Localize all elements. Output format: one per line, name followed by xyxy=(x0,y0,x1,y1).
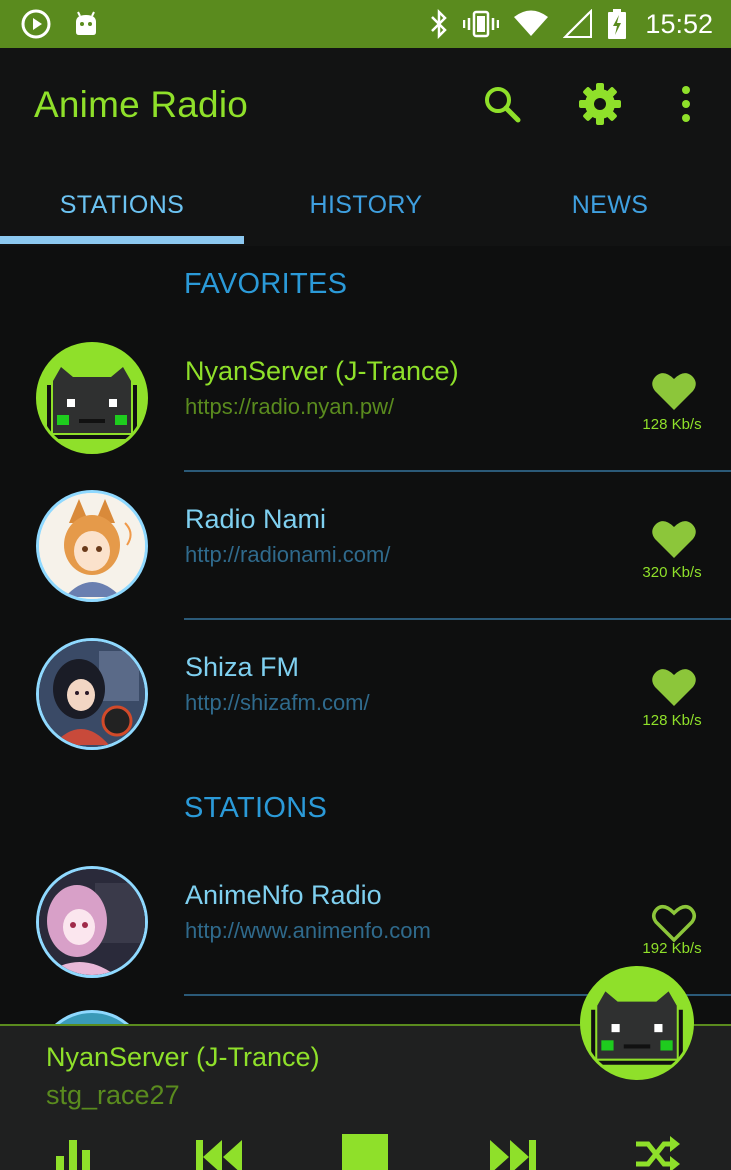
tab-stations[interactable]: STATIONS xyxy=(0,166,244,244)
battery-charging-icon xyxy=(608,9,627,39)
station-url: https://radio.nyan.pw/ xyxy=(185,394,395,419)
more-vert-icon xyxy=(682,86,690,122)
player-subtitle: stg_race27 xyxy=(46,1080,180,1110)
heart-filled-icon[interactable] xyxy=(651,666,697,708)
station-name: NyanServer (J-Trance) xyxy=(185,356,459,386)
skip-next-icon[interactable] xyxy=(488,1134,536,1170)
station-avatar xyxy=(36,866,148,978)
station-name: Shiza FM xyxy=(185,652,300,682)
bluetooth-icon xyxy=(431,9,448,39)
search-button[interactable] xyxy=(480,82,524,126)
app-title: Anime Radio xyxy=(34,84,249,125)
station-name: Radio Nami xyxy=(185,504,327,534)
nyan-cat-icon xyxy=(583,969,691,1077)
section-header-stations: STATIONS xyxy=(184,792,328,824)
anime-dj-image xyxy=(39,641,145,747)
section-header-favorites: FAVORITES xyxy=(184,268,348,300)
divider xyxy=(184,470,731,472)
heart-filled-icon[interactable] xyxy=(651,518,697,560)
tab-indicator xyxy=(0,236,244,244)
shuffle-icon[interactable] xyxy=(634,1130,682,1170)
station-url: http://www.animenfo.com xyxy=(185,918,431,943)
station-url: http://shizafm.com/ xyxy=(185,690,370,715)
station-bitrate: 320 Kb/s xyxy=(642,564,702,581)
station-row[interactable]: NyanServer (J-Trance) https://radio.nyan… xyxy=(0,330,731,478)
station-bitrate: 192 Kb/s xyxy=(642,940,702,957)
stop-icon[interactable] xyxy=(342,1134,388,1170)
station-name: AnimeNfo Radio xyxy=(185,880,382,910)
signal-icon xyxy=(563,9,593,38)
equalizer-icon[interactable] xyxy=(56,1134,92,1170)
tab-bar: STATIONS HISTORY NEWS xyxy=(0,166,731,246)
overflow-menu-button[interactable] xyxy=(664,82,708,126)
anime-girl-image xyxy=(39,869,145,975)
android-icon xyxy=(76,11,96,35)
tab-history[interactable]: HISTORY xyxy=(244,166,488,244)
player-title: NyanServer (J-Trance) xyxy=(46,1042,320,1072)
anime-girl-image xyxy=(39,493,145,599)
heart-filled-icon[interactable] xyxy=(651,370,697,412)
heart-outline-icon[interactable] xyxy=(651,902,697,944)
station-avatar xyxy=(36,638,148,750)
status-clock: 15:52 xyxy=(645,8,713,39)
station-bitrate: 128 Kb/s xyxy=(642,416,702,433)
station-row[interactable]: Shiza FM http://shizafm.com/ 128 Kb/s xyxy=(0,626,731,774)
station-avatar xyxy=(36,342,148,454)
station-row[interactable]: Radio Nami http://radionami.com/ 320 Kb/… xyxy=(0,478,731,626)
gear-icon xyxy=(579,83,621,125)
vibrate-icon xyxy=(463,10,500,38)
station-url: http://radionami.com/ xyxy=(185,542,391,567)
nyan-cat-icon xyxy=(39,345,145,451)
station-bitrate: 128 Kb/s xyxy=(642,712,702,729)
skip-previous-icon[interactable] xyxy=(196,1134,244,1170)
station-avatar xyxy=(36,490,148,602)
search-icon xyxy=(485,87,521,123)
tab-news[interactable]: NEWS xyxy=(488,166,731,244)
settings-button[interactable] xyxy=(578,82,622,126)
status-bar: 15:52 xyxy=(0,0,731,48)
play-circle-icon xyxy=(21,9,51,39)
wifi-icon xyxy=(514,10,549,36)
app-bar: Anime Radio xyxy=(0,48,731,166)
divider xyxy=(184,618,731,620)
now-playing-avatar[interactable] xyxy=(580,966,694,1080)
